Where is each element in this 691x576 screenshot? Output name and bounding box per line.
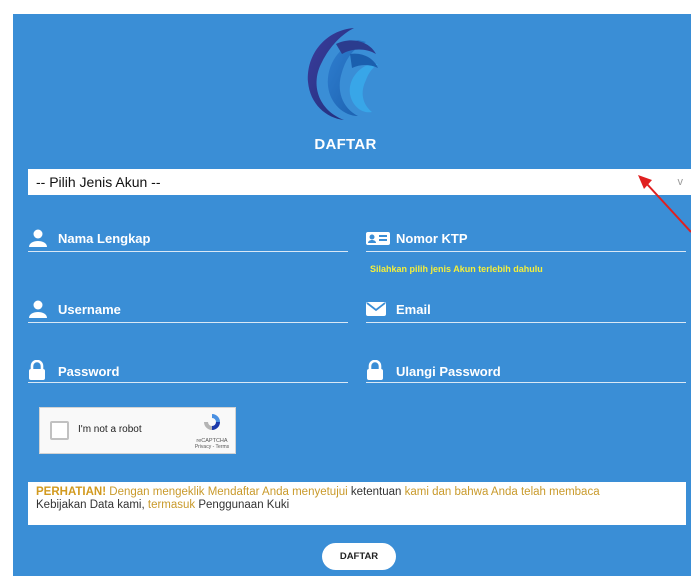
chevron-down-icon: v: [677, 176, 684, 188]
lock-icon: [367, 360, 383, 380]
password-field[interactable]: Password: [28, 359, 348, 383]
confirm-password-label: Ulangi Password: [396, 364, 501, 379]
full-name-label: Nama Lengkap: [58, 231, 151, 246]
lock-icon: [29, 360, 45, 380]
page-title: DAFTAR: [314, 136, 377, 153]
password-label: Password: [58, 364, 120, 379]
register-button[interactable]: DAFTAR: [322, 543, 396, 570]
recaptcha-widget: I'm not a robot reCAPTCHA Privacy - Term…: [39, 407, 236, 454]
notice-cookie-link[interactable]: Penggunaan Kuki: [195, 499, 289, 511]
account-type-select[interactable]: -- Pilih Jenis Akun -- v: [28, 169, 691, 195]
notice-text-3: termasuk: [147, 499, 196, 511]
terms-notice: PERHATIAN! Dengan mengeklik Mendaftar An…: [28, 482, 686, 525]
account-type-value: -- Pilih Jenis Akun --: [36, 174, 161, 190]
kominfo-logo: [307, 28, 378, 120]
notice-policy-link[interactable]: Kebijakan Data kami,: [36, 499, 148, 511]
ktp-field[interactable]: Nomor KTP: [366, 228, 686, 252]
full-name-field[interactable]: Nama Lengkap: [28, 228, 348, 252]
user-icon: [29, 229, 47, 247]
email-field[interactable]: Email: [366, 299, 686, 323]
notice-warning: PERHATIAN!: [36, 486, 107, 498]
user-icon: [29, 300, 47, 318]
notice-text-2: kami dan bahwa Anda telah membaca: [401, 486, 600, 498]
notice-text-1: Dengan mengeklik Mendaftar Anda menyetuj…: [106, 486, 351, 498]
username-field[interactable]: Username: [28, 299, 348, 323]
id-card-icon: [366, 232, 390, 245]
envelope-icon: [366, 302, 386, 316]
recaptcha-label: I'm not a robot: [78, 424, 142, 435]
ktp-hint: Silahkan pilih jenis Akun terlebih dahul…: [370, 264, 543, 274]
recaptcha-icon: [204, 414, 220, 430]
confirm-password-field[interactable]: Ulangi Password: [366, 359, 686, 383]
recaptcha-links[interactable]: Privacy - Terms: [190, 444, 234, 450]
recaptcha-branding: reCAPTCHA Privacy - Terms: [190, 412, 234, 450]
notice-terms-link[interactable]: ketentuan: [351, 486, 402, 498]
ktp-label: Nomor KTP: [396, 231, 468, 246]
email-label: Email: [396, 302, 431, 317]
recaptcha-checkbox[interactable]: [50, 421, 69, 440]
username-label: Username: [58, 302, 121, 317]
